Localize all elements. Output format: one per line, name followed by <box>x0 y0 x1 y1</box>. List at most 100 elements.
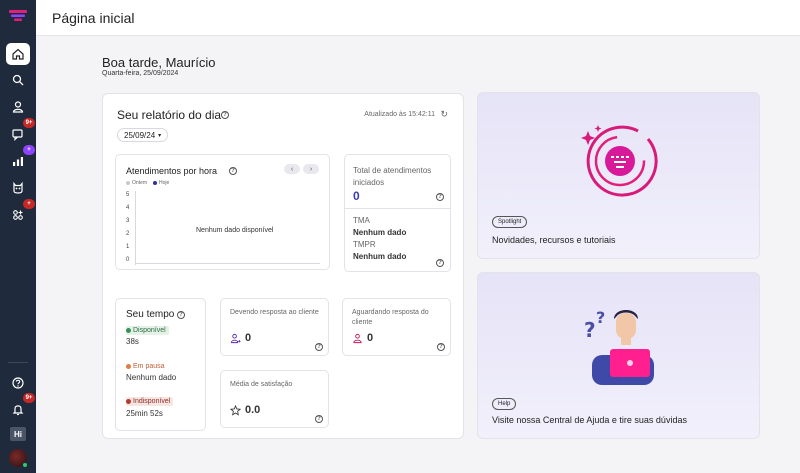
chart-icon <box>13 157 23 166</box>
chart-title: Atendimentos por hora <box>126 166 218 176</box>
satisfaction-card: Média de satisfação 0.0 ? <box>220 370 329 428</box>
awaiting-reply-card: Devendo resposta ao cliente 0 ? <box>220 298 329 356</box>
metric-value: 0 <box>245 332 252 344</box>
chevron-right-icon: › <box>309 165 313 173</box>
help-circle-icon[interactable]: ? <box>177 311 185 319</box>
apps-icon <box>13 210 23 220</box>
notifications-badge: 9+ <box>23 393 35 403</box>
totals-card: Total de atendimentos iniciados 0 ? TMA … <box>344 154 451 272</box>
status-label: Indisponível <box>133 398 171 405</box>
svg-text:?: ? <box>596 308 605 327</box>
y-tick-label: 1 <box>126 244 130 250</box>
status-badge-unavailable: Indisponível <box>126 397 174 406</box>
date-filter-dropdown[interactable]: 25/09/24 ▾ <box>117 128 169 142</box>
report-title: Seu relatório do dia <box>117 108 222 122</box>
chevron-left-icon: ‹ <box>290 165 294 173</box>
status-value: 38s <box>126 337 139 346</box>
chart-prev-button[interactable]: ‹ <box>284 164 300 174</box>
spotlight-tag: Spotlight <box>492 216 528 228</box>
home-icon <box>12 48 24 60</box>
legend-label: Hoje <box>159 180 170 186</box>
help-tag: Help <box>492 398 517 410</box>
sidebar-item-reports[interactable]: + <box>6 145 35 172</box>
status-dot <box>126 364 131 369</box>
spotlight-illustration-icon <box>581 125 658 197</box>
app-logo[interactable] <box>9 10 27 22</box>
status-value: 25min 52s <box>126 409 163 418</box>
legend-label: Ontem <box>132 180 148 186</box>
chart-legend: Ontem Hoje <box>126 180 169 186</box>
user-avatar[interactable] <box>9 449 28 468</box>
status-dot <box>126 399 131 404</box>
tma-label: TMA <box>353 216 370 225</box>
legend-dot <box>153 180 158 185</box>
help-text: Visite nossa Central de Ajuda e tire sua… <box>492 415 687 425</box>
help-circle-icon[interactable]: ? <box>221 111 229 119</box>
tma-value: Nenhum dado <box>353 228 407 237</box>
greeting-title: Boa tarde, Maurício <box>102 55 216 70</box>
chat-icon <box>12 129 23 141</box>
chart-x-axis <box>135 263 320 264</box>
legend-item-ontem: Ontem <box>126 180 147 186</box>
online-status-dot <box>22 462 28 468</box>
tmpr-value: Nenhum dado <box>353 252 407 261</box>
page-title: Página inicial <box>52 10 135 26</box>
chart-empty-message: Nenhum dado disponível <box>196 227 274 234</box>
y-tick-label: 3 <box>126 218 130 224</box>
help-panel[interactable]: ? ? Help Visite nossa Central de Ajuda e… <box>477 272 760 439</box>
status-badge-available: Disponível <box>126 326 169 335</box>
metric-value-row: 0.0 <box>230 404 260 416</box>
reports-badge: + <box>23 145 35 155</box>
metric-value: 0.0 <box>245 404 261 416</box>
spotlight-panel[interactable]: Spotlight Novidades, recursos e tutoriai… <box>477 92 760 259</box>
y-tick-label: 2 <box>126 231 130 237</box>
metric-value-row: 0 <box>230 332 251 344</box>
sidebar-item-contacts[interactable] <box>6 96 30 118</box>
time-card: Seu tempo ? Disponível 38s Em pausa Nenh… <box>115 298 206 431</box>
top-header: Página inicial <box>36 0 800 36</box>
tmpr-label: TMPR <box>353 240 376 249</box>
caret-down-icon: ▾ <box>158 132 162 139</box>
metric-label: Aguardando resposta do cliente <box>352 309 429 326</box>
workspace-avatar[interactable]: Hi <box>10 427 26 441</box>
chart-next-button[interactable]: › <box>303 164 319 174</box>
awaiting-client-card: Aguardando resposta do cliente 0 ? <box>342 298 451 356</box>
y-tick-label: 5 <box>126 192 130 198</box>
metric-value: 0 <box>367 332 374 344</box>
bell-icon <box>12 405 24 416</box>
refresh-icon[interactable]: ↻ <box>440 109 448 120</box>
date-filter-value: 25/09/24 <box>124 130 156 140</box>
total-attendances-label: Total de atendimentos iniciados <box>353 166 432 187</box>
daily-report-card: Seu relatório do dia ? Atualizado às 15:… <box>102 93 464 439</box>
time-card-title: Seu tempo <box>126 309 175 320</box>
sidebar-item-notifications[interactable]: 9+ <box>6 393 35 420</box>
sidebar: 9+ + + 9+ Hi <box>0 0 36 473</box>
attendance-chart-card: Atendimentos por hora ? ‹ › Ontem Hoje 5… <box>115 154 330 270</box>
chart-y-axis <box>135 191 136 265</box>
status-value: Nenhum dado <box>126 373 177 382</box>
metric-value-row: 0 <box>352 332 373 344</box>
help-circle-icon[interactable]: ? <box>437 343 445 351</box>
y-tick-label: 0 <box>126 257 130 263</box>
sidebar-item-apps[interactable]: + <box>6 199 35 226</box>
user-clock-icon <box>353 333 362 343</box>
metric-label: Devendo resposta ao cliente <box>230 309 319 316</box>
sidebar-item-help[interactable] <box>6 372 30 394</box>
search-icon <box>12 74 24 86</box>
status-label: Disponível <box>133 327 166 334</box>
sidebar-item-search[interactable] <box>6 69 30 91</box>
sidebar-item-home[interactable] <box>6 43 30 65</box>
help-circle-icon[interactable]: ? <box>436 259 444 267</box>
sidebar-item-chats[interactable]: 9+ <box>6 118 35 145</box>
status-label: Em pausa <box>133 363 165 370</box>
help-circle-icon[interactable]: ? <box>315 343 323 351</box>
spotlight-text: Novidades, recursos e tutoriais <box>492 235 616 245</box>
help-circle-icon[interactable]: ? <box>229 167 237 175</box>
help-illustration-icon: ? ? <box>584 308 654 385</box>
total-attendances-value: 0 <box>353 189 360 203</box>
sidebar-item-bots[interactable] <box>6 177 30 199</box>
status-dot <box>126 328 131 333</box>
help-circle-icon[interactable]: ? <box>315 415 323 423</box>
apps-badge: + <box>23 199 35 209</box>
help-circle-icon[interactable]: ? <box>436 193 444 201</box>
